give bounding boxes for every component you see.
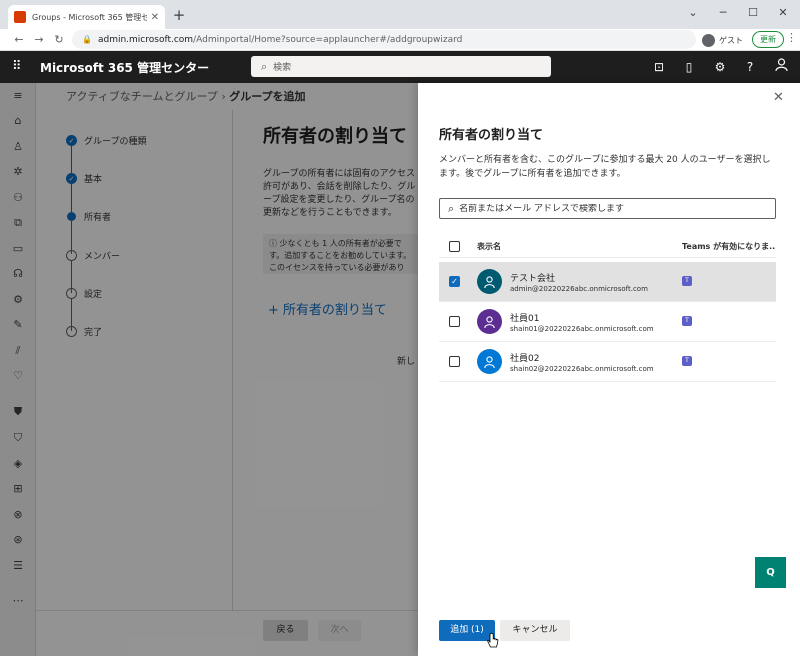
account-icon[interactable] (771, 57, 791, 77)
teams-icon: T (682, 316, 692, 326)
user-email: shain01@20220226abc.onmicrosoft.com (510, 325, 654, 333)
forward-icon[interactable]: → (30, 31, 48, 49)
close-icon[interactable]: ✕ (773, 90, 784, 105)
cancel-button[interactable]: キャンセル (500, 620, 570, 641)
avatar (477, 269, 502, 294)
help-chat-button[interactable]: Q (755, 557, 786, 588)
help-icon[interactable]: ? (740, 57, 760, 77)
column-teams-enabled[interactable]: Teams が有効になりま... (682, 241, 776, 252)
maximize-button[interactable]: ☐ (738, 3, 768, 23)
gear-icon[interactable]: ⚙ (710, 57, 730, 77)
app-launcher-icon[interactable]: ⠿ (12, 60, 26, 74)
browser-menu-icon[interactable]: ⋮ (786, 31, 797, 44)
update-button[interactable]: 更新 (752, 31, 784, 48)
search-icon: ⌕ (448, 201, 455, 215)
row-checkbox[interactable] (449, 316, 460, 327)
user-search-input[interactable] (459, 203, 760, 214)
hand-cursor-icon (487, 633, 499, 649)
address-bar[interactable]: 🔒 admin.microsoft.com/Adminportal/Home?s… (72, 30, 696, 49)
chevron-down-icon[interactable]: ⌄ (678, 3, 708, 23)
user-email: shain02@20220226abc.onmicrosoft.com (510, 365, 654, 373)
avatar (477, 309, 502, 334)
table-row[interactable]: 社員02 shain02@20220226abc.onmicrosoft.com… (439, 342, 776, 382)
minimize-button[interactable]: ─ (708, 3, 738, 23)
mobile-icon[interactable]: ▯ (679, 57, 699, 77)
select-all-checkbox[interactable] (449, 241, 460, 252)
user-name: 社員01 (510, 314, 540, 324)
user-search-box[interactable]: ⌕ (439, 198, 776, 219)
column-display-name[interactable]: 表示名 (477, 241, 501, 252)
table-row[interactable]: ✓ テスト会社 admin@20220226abc.onmicrosoft.co… (439, 262, 776, 302)
modal-overlay[interactable] (0, 83, 418, 656)
panel-title: 所有者の割り当て (439, 128, 544, 143)
table-row[interactable]: 社員01 shain01@20220226abc.onmicrosoft.com… (439, 302, 776, 342)
back-icon[interactable]: ← (10, 31, 28, 49)
office-favicon-icon (14, 11, 26, 23)
teams-icon: T (682, 356, 692, 366)
table-header: 表示名 Teams が有効になりま... (439, 236, 776, 258)
user-name: 社員02 (510, 354, 540, 364)
lock-icon: 🔒 (82, 35, 92, 44)
row-checkbox[interactable]: ✓ (449, 276, 460, 287)
row-checkbox[interactable] (449, 356, 460, 367)
search-placeholder: 検索 (273, 63, 292, 73)
guest-label: ゲスト (719, 35, 743, 45)
new-tab-button[interactable]: + (170, 6, 188, 24)
teams-icon: T (682, 276, 692, 286)
close-window-button[interactable]: ✕ (768, 3, 798, 23)
panel-description: メンバーと所有者を含む、このグループに参加する最大 20 人のユーザーを選択しま… (439, 155, 771, 179)
avatar (477, 349, 502, 374)
tab-title: Groups - Microsoft 365 管理センター (32, 12, 147, 22)
user-name: テスト会社 (510, 274, 556, 284)
browser-tab[interactable]: Groups - Microsoft 365 管理センター ✕ (8, 5, 165, 29)
terminal-icon[interactable]: ⊡ (649, 57, 669, 77)
url-text: admin.microsoft.com/Adminportal/Home?sou… (97, 34, 463, 45)
close-tab-icon[interactable]: ✕ (151, 12, 159, 23)
profile-button[interactable]: ゲスト (702, 31, 743, 49)
app-title: Microsoft 365 管理センター (40, 61, 210, 75)
reload-icon[interactable]: ↻ (50, 31, 68, 49)
profile-avatar-icon (702, 33, 715, 47)
search-icon: ⌕ (261, 59, 268, 73)
user-email: admin@20220226abc.onmicrosoft.com (510, 285, 648, 293)
global-search-box[interactable]: ⌕ 検索 (251, 56, 551, 77)
